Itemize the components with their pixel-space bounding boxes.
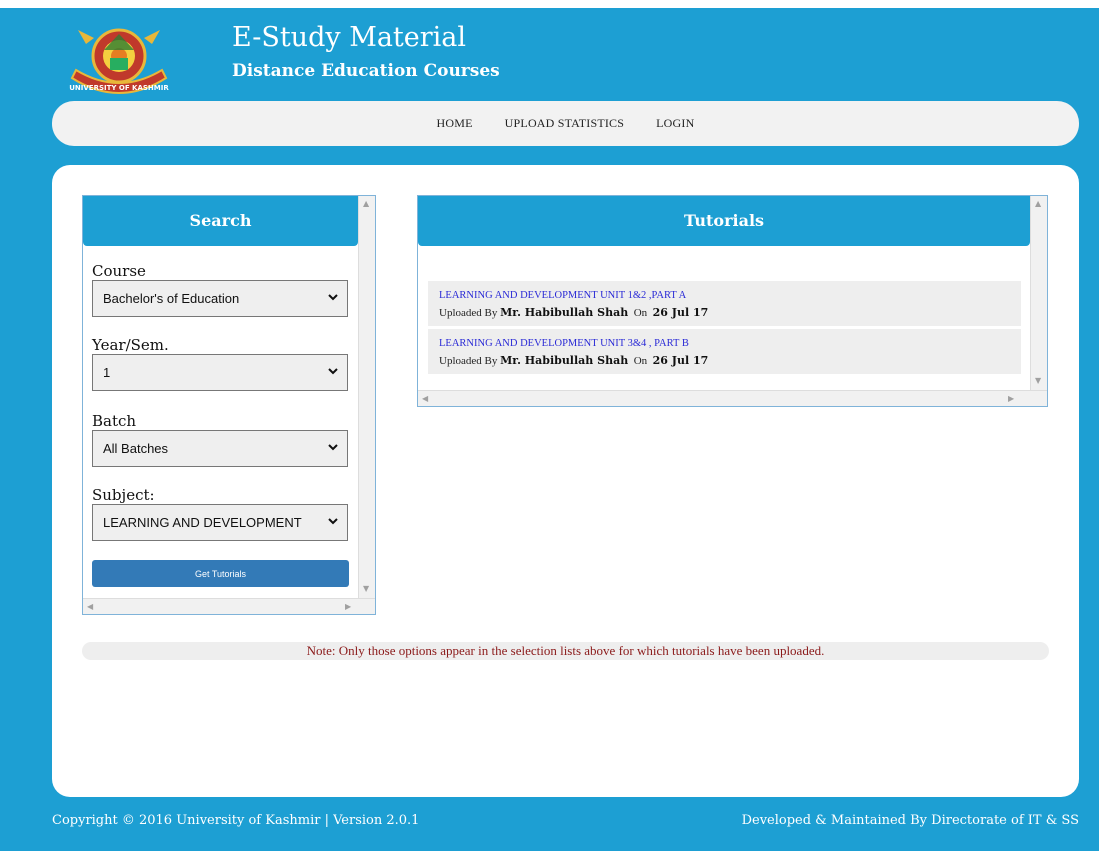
uploaded-by-label: Uploaded By xyxy=(439,307,498,319)
scroll-right-icon[interactable]: ▶ xyxy=(345,602,351,612)
tutorial-date: 26 Jul 17 xyxy=(652,354,709,367)
year-select[interactable]: 1 xyxy=(92,354,348,391)
page-frame: UNIVERSITY OF KASHMIR E-Study Material D… xyxy=(0,8,1099,851)
search-panel: Search Course Bachelor's of Education Ye… xyxy=(82,195,376,615)
tutorials-heading: Tutorials xyxy=(418,196,1030,246)
course-select[interactable]: Bachelor's of Education xyxy=(92,280,348,317)
uploaded-by-label: Uploaded By xyxy=(439,355,498,367)
university-logo[interactable]: UNIVERSITY OF KASHMIR xyxy=(66,20,172,100)
scroll-right-icon[interactable]: ▶ xyxy=(1008,394,1014,404)
chevron-down-icon xyxy=(328,294,338,301)
selection-note: Note: Only those options appear in the s… xyxy=(82,642,1049,660)
search-heading: Search xyxy=(83,196,358,246)
get-tutorials-button[interactable]: Get Tutorials xyxy=(92,560,349,587)
site-title: E-Study Material xyxy=(232,22,467,53)
tutorial-meta: Uploaded By Mr. Habibullah Shah On 26 Ju… xyxy=(439,306,709,320)
scroll-up-icon[interactable]: ▲ xyxy=(1035,199,1041,209)
on-label: On xyxy=(633,307,648,319)
year-select-value: 1 xyxy=(103,365,111,380)
nav-upload-statistics[interactable]: UPLOAD STATISTICS xyxy=(505,116,624,131)
scroll-down-icon[interactable]: ▼ xyxy=(363,584,369,594)
batch-select-value: All Batches xyxy=(103,441,169,456)
tutorial-uploader: Mr. Habibullah Shah xyxy=(500,354,629,367)
scroll-up-icon[interactable]: ▲ xyxy=(363,199,369,209)
chevron-down-icon xyxy=(328,368,338,375)
course-select-value: Bachelor's of Education xyxy=(103,291,240,306)
subject-label: Subject: xyxy=(92,486,155,504)
tutorial-date: 26 Jul 17 xyxy=(652,306,709,319)
tutorial-meta: Uploaded By Mr. Habibullah Shah On 26 Ju… xyxy=(439,354,709,368)
scroll-left-icon[interactable]: ◀ xyxy=(422,394,428,404)
course-label: Course xyxy=(92,262,146,280)
chevron-down-icon xyxy=(328,518,338,525)
tutorial-item: LEARNING AND DEVELOPMENT UNIT 3&4 , PART… xyxy=(428,329,1021,374)
tutorial-link[interactable]: LEARNING AND DEVELOPMENT UNIT 1&2 ,PART … xyxy=(439,290,1021,301)
site-subtitle: Distance Education Courses xyxy=(232,61,500,81)
main-navbar: HOME UPLOAD STATISTICS LOGIN xyxy=(52,101,1079,146)
on-label: On xyxy=(633,355,648,367)
scroll-left-icon[interactable]: ◀ xyxy=(87,602,93,612)
footer-developer: Developed & Maintained By Directorate of… xyxy=(741,813,1079,828)
subject-select[interactable]: LEARNING AND DEVELOPMENT xyxy=(92,504,348,541)
tutorial-link[interactable]: LEARNING AND DEVELOPMENT UNIT 3&4 , PART… xyxy=(439,338,1021,349)
scroll-down-icon[interactable]: ▼ xyxy=(1035,376,1041,386)
nav-login[interactable]: LOGIN xyxy=(656,116,694,131)
footer-copyright: Copyright © 2016 University of Kashmir |… xyxy=(52,813,420,828)
year-label: Year/Sem. xyxy=(92,336,169,354)
search-vertical-scrollbar[interactable]: ▲ ▼ xyxy=(358,196,375,598)
subject-select-value: LEARNING AND DEVELOPMENT xyxy=(103,515,302,530)
batch-select[interactable]: All Batches xyxy=(92,430,348,467)
tutorial-item: LEARNING AND DEVELOPMENT UNIT 1&2 ,PART … xyxy=(428,281,1021,326)
tutorial-uploader: Mr. Habibullah Shah xyxy=(500,306,629,319)
logo-emblem-icon: UNIVERSITY OF KASHMIR xyxy=(69,28,169,94)
nav-home[interactable]: HOME xyxy=(437,116,473,131)
logo-caption: UNIVERSITY OF KASHMIR xyxy=(69,84,169,92)
batch-label: Batch xyxy=(92,412,137,430)
tutorials-vertical-scrollbar[interactable]: ▲ ▼ xyxy=(1030,196,1047,390)
tutorials-horizontal-scrollbar[interactable]: ◀ ▶ xyxy=(418,390,1047,406)
search-horizontal-scrollbar[interactable]: ◀ ▶ xyxy=(83,598,375,614)
chevron-down-icon xyxy=(328,444,338,451)
tutorials-panel: Tutorials LEARNING AND DEVELOPMENT UNIT … xyxy=(417,195,1048,407)
content-panel: Search Course Bachelor's of Education Ye… xyxy=(52,165,1079,797)
